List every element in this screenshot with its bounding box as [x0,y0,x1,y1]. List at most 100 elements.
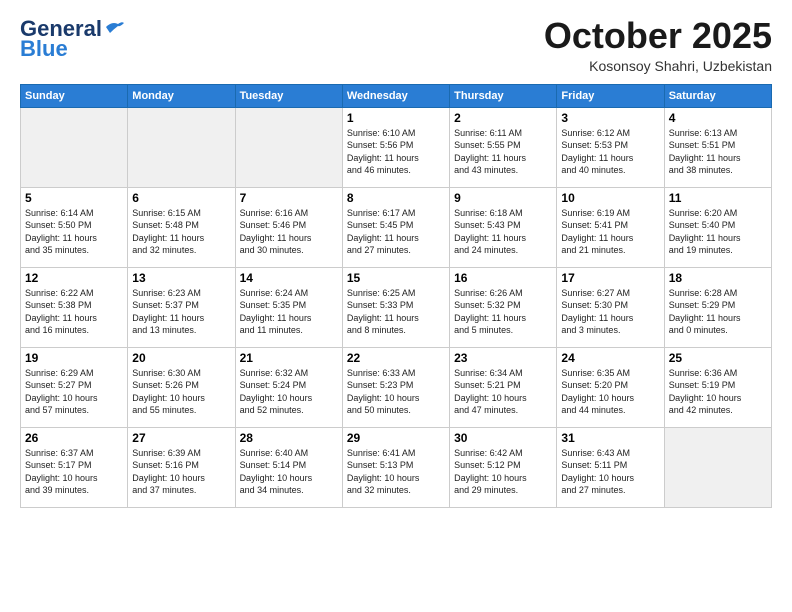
day-number: 27 [132,431,230,445]
day-number: 30 [454,431,552,445]
day-info: Sunrise: 6:41 AM Sunset: 5:13 PM Dayligh… [347,447,445,497]
table-row: 10 Sunrise: 6:19 AM Sunset: 5:41 PM Dayli… [557,187,664,267]
day-info: Sunrise: 6:43 AM Sunset: 5:11 PM Dayligh… [561,447,659,497]
day-info: Sunrise: 6:22 AM Sunset: 5:38 PM Dayligh… [25,287,123,337]
day-info: Sunrise: 6:27 AM Sunset: 5:30 PM Dayligh… [561,287,659,337]
calendar-week-row: 1 Sunrise: 6:10 AM Sunset: 5:56 PM Daylig… [21,107,772,187]
day-number: 25 [669,351,767,365]
day-number: 11 [669,191,767,205]
day-number: 18 [669,271,767,285]
day-info: Sunrise: 6:20 AM Sunset: 5:40 PM Dayligh… [669,207,767,257]
table-row: 16 Sunrise: 6:26 AM Sunset: 5:32 PM Dayli… [450,267,557,347]
day-info: Sunrise: 6:35 AM Sunset: 5:20 PM Dayligh… [561,367,659,417]
day-number: 24 [561,351,659,365]
page: General Blue October 2025 Kosonsoy Shahr… [0,0,792,612]
table-row: 29 Sunrise: 6:41 AM Sunset: 5:13 PM Dayli… [342,427,449,507]
day-number: 12 [25,271,123,285]
table-row [664,427,771,507]
day-info: Sunrise: 6:39 AM Sunset: 5:16 PM Dayligh… [132,447,230,497]
col-saturday: Saturday [664,84,771,107]
day-number: 13 [132,271,230,285]
day-number: 17 [561,271,659,285]
table-row: 25 Sunrise: 6:36 AM Sunset: 5:19 PM Dayli… [664,347,771,427]
table-row: 9 Sunrise: 6:18 AM Sunset: 5:43 PM Daylig… [450,187,557,267]
table-row: 17 Sunrise: 6:27 AM Sunset: 5:30 PM Dayli… [557,267,664,347]
table-row [235,107,342,187]
calendar-week-row: 5Sunrise: 6:14 AM Sunset: 5:50 PM Daylig… [21,187,772,267]
day-info: Sunrise: 6:42 AM Sunset: 5:12 PM Dayligh… [454,447,552,497]
day-number: 10 [561,191,659,205]
day-info: Sunrise: 6:40 AM Sunset: 5:14 PM Dayligh… [240,447,338,497]
table-row: 27 Sunrise: 6:39 AM Sunset: 5:16 PM Dayli… [128,427,235,507]
logo-bird-icon [104,19,126,35]
col-monday: Monday [128,84,235,107]
calendar-week-row: 26 Sunrise: 6:37 AM Sunset: 5:17 PM Dayli… [21,427,772,507]
logo: General Blue [20,16,126,62]
day-number: 16 [454,271,552,285]
day-info: Sunrise: 6:18 AM Sunset: 5:43 PM Dayligh… [454,207,552,257]
table-row: 7Sunrise: 6:16 AM Sunset: 5:46 PM Daylig… [235,187,342,267]
table-row: 19 Sunrise: 6:29 AM Sunset: 5:27 PM Dayli… [21,347,128,427]
day-info: Sunrise: 6:15 AM Sunset: 5:48 PM Dayligh… [132,207,230,257]
calendar-table: Sunday Monday Tuesday Wednesday Thursday… [20,84,772,508]
day-number: 28 [240,431,338,445]
day-number: 5 [25,191,123,205]
day-number: 4 [669,111,767,125]
table-row: 4 Sunrise: 6:13 AM Sunset: 5:51 PM Daylig… [664,107,771,187]
col-wednesday: Wednesday [342,84,449,107]
table-row: 5Sunrise: 6:14 AM Sunset: 5:50 PM Daylig… [21,187,128,267]
day-info: Sunrise: 6:33 AM Sunset: 5:23 PM Dayligh… [347,367,445,417]
table-row [128,107,235,187]
day-info: Sunrise: 6:37 AM Sunset: 5:17 PM Dayligh… [25,447,123,497]
day-info: Sunrise: 6:32 AM Sunset: 5:24 PM Dayligh… [240,367,338,417]
day-number: 2 [454,111,552,125]
table-row: 18 Sunrise: 6:28 AM Sunset: 5:29 PM Dayli… [664,267,771,347]
table-row: 6Sunrise: 6:15 AM Sunset: 5:48 PM Daylig… [128,187,235,267]
table-row: 12 Sunrise: 6:22 AM Sunset: 5:38 PM Dayli… [21,267,128,347]
col-tuesday: Tuesday [235,84,342,107]
table-row: 22 Sunrise: 6:33 AM Sunset: 5:23 PM Dayli… [342,347,449,427]
table-row: 31Sunrise: 6:43 AM Sunset: 5:11 PM Dayli… [557,427,664,507]
table-row: 14 Sunrise: 6:24 AM Sunset: 5:35 PM Dayli… [235,267,342,347]
day-info: Sunrise: 6:29 AM Sunset: 5:27 PM Dayligh… [25,367,123,417]
day-info: Sunrise: 6:28 AM Sunset: 5:29 PM Dayligh… [669,287,767,337]
day-info: Sunrise: 6:23 AM Sunset: 5:37 PM Dayligh… [132,287,230,337]
day-number: 26 [25,431,123,445]
day-number: 3 [561,111,659,125]
table-row: 13 Sunrise: 6:23 AM Sunset: 5:37 PM Dayli… [128,267,235,347]
table-row: 24 Sunrise: 6:35 AM Sunset: 5:20 PM Dayli… [557,347,664,427]
day-number: 1 [347,111,445,125]
day-info: Sunrise: 6:26 AM Sunset: 5:32 PM Dayligh… [454,287,552,337]
table-row: 2 Sunrise: 6:11 AM Sunset: 5:55 PM Daylig… [450,107,557,187]
day-number: 14 [240,271,338,285]
day-number: 22 [347,351,445,365]
day-info: Sunrise: 6:36 AM Sunset: 5:19 PM Dayligh… [669,367,767,417]
day-info: Sunrise: 6:24 AM Sunset: 5:35 PM Dayligh… [240,287,338,337]
table-row [21,107,128,187]
table-row: 23 Sunrise: 6:34 AM Sunset: 5:21 PM Dayli… [450,347,557,427]
day-number: 9 [454,191,552,205]
day-info: Sunrise: 6:25 AM Sunset: 5:33 PM Dayligh… [347,287,445,337]
day-info: Sunrise: 6:13 AM Sunset: 5:51 PM Dayligh… [669,127,767,177]
day-number: 20 [132,351,230,365]
table-row: 1 Sunrise: 6:10 AM Sunset: 5:56 PM Daylig… [342,107,449,187]
day-number: 15 [347,271,445,285]
table-row: 21Sunrise: 6:32 AM Sunset: 5:24 PM Dayli… [235,347,342,427]
day-info: Sunrise: 6:19 AM Sunset: 5:41 PM Dayligh… [561,207,659,257]
title-area: October 2025 Kosonsoy Shahri, Uzbekistan [544,16,772,74]
day-number: 19 [25,351,123,365]
month-title: October 2025 [544,16,772,56]
table-row: 20Sunrise: 6:30 AM Sunset: 5:26 PM Dayli… [128,347,235,427]
header: General Blue October 2025 Kosonsoy Shahr… [20,16,772,74]
day-info: Sunrise: 6:11 AM Sunset: 5:55 PM Dayligh… [454,127,552,177]
day-info: Sunrise: 6:10 AM Sunset: 5:56 PM Dayligh… [347,127,445,177]
day-info: Sunrise: 6:17 AM Sunset: 5:45 PM Dayligh… [347,207,445,257]
table-row: 8Sunrise: 6:17 AM Sunset: 5:45 PM Daylig… [342,187,449,267]
col-sunday: Sunday [21,84,128,107]
calendar-week-row: 19 Sunrise: 6:29 AM Sunset: 5:27 PM Dayli… [21,347,772,427]
day-info: Sunrise: 6:34 AM Sunset: 5:21 PM Dayligh… [454,367,552,417]
day-number: 23 [454,351,552,365]
location-subtitle: Kosonsoy Shahri, Uzbekistan [544,58,772,74]
day-number: 29 [347,431,445,445]
table-row: 15 Sunrise: 6:25 AM Sunset: 5:33 PM Dayli… [342,267,449,347]
